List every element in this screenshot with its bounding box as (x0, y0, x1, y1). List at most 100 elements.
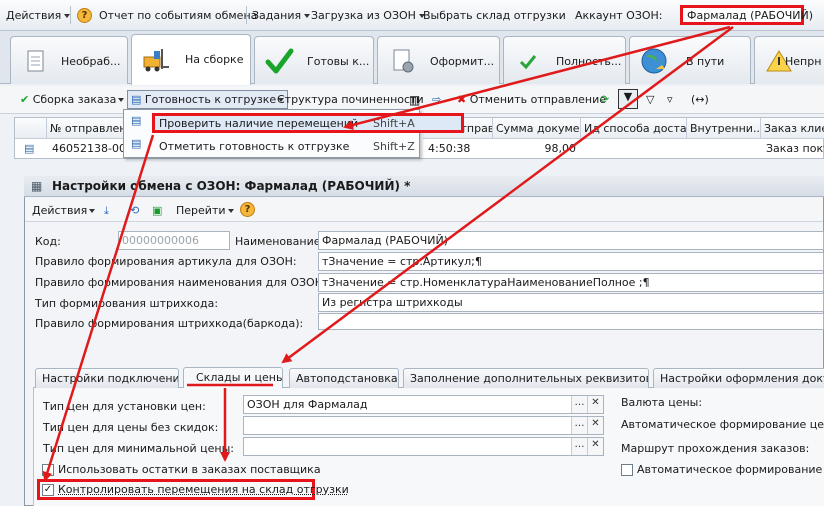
go-icon[interactable]: ▣ (152, 204, 162, 217)
menu-item-shortcut: Shift+Z (373, 140, 415, 153)
settings-tabs: Настройки подключения Склады и цены Авто… (33, 367, 824, 388)
small-check-icon (519, 55, 537, 70)
assembly-button[interactable]: ✔ Сборка заказа (20, 93, 125, 106)
menu-item-mark-ready[interactable]: Отметить готовность к отгрузке (159, 140, 349, 153)
refresh-icon[interactable]: ⟳ (600, 93, 609, 106)
menu-tasks[interactable]: Задания (252, 9, 311, 22)
grid-cell[interactable]: 4:50:38 (425, 140, 491, 158)
barcode-rule-field[interactable] (318, 313, 824, 330)
export-icon[interactable]: ⇨ (432, 93, 441, 106)
tab-connection[interactable]: Настройки подключения (35, 368, 179, 388)
currency-label: Валюта цены: (621, 396, 703, 409)
select-button[interactable]: … (571, 438, 587, 455)
separator (70, 6, 71, 24)
reload-icon[interactable]: ⟲ (130, 204, 139, 217)
barcode-type-field[interactable]: Из регистра штрихкоды (318, 293, 824, 312)
name-rule-label: Правило формирования наименования для ОЗ… (35, 276, 327, 289)
select-button[interactable]: … (571, 396, 587, 413)
select-button[interactable]: … (571, 417, 587, 434)
price-type-field[interactable]: ОЗОН для Фармалад (243, 395, 604, 414)
chevron-down-icon (118, 98, 125, 102)
menu-choose-warehouse[interactable]: Выбрать склад отгрузки (423, 9, 566, 22)
check-icon (265, 48, 294, 74)
pallet-icon: ▤ (131, 114, 142, 127)
tab-in-transit[interactable]: В пути (629, 36, 751, 84)
menu-load-ozon[interactable]: Загрузка из ОЗОН (311, 9, 425, 22)
more-icon[interactable]: (↔) (691, 93, 709, 106)
chevron-down-icon (227, 209, 234, 213)
forklift-icon (143, 49, 169, 72)
status-tabs: Необраб... На сборке Готовы к... Оформит… (0, 31, 824, 85)
use-remains-label: Использовать остатки в заказах поставщик… (58, 463, 321, 476)
grid-header-icon (15, 118, 47, 139)
window-actions-button[interactable]: Действия (32, 204, 96, 217)
clear-icon[interactable]: ✕ (587, 438, 603, 455)
chevron-down-icon (304, 14, 311, 18)
name-field[interactable]: Фармалад (РАБОЧИЙ) (318, 231, 824, 250)
grid-header[interactable]: Заказ клиен (761, 118, 824, 139)
tab-warehouses-prices[interactable]: Склады и цены (183, 367, 283, 388)
barcode-icon[interactable]: ▥ (409, 93, 420, 107)
use-remains-checkbox[interactable] (42, 464, 54, 476)
control-moves-label: Контролировать перемещения на склад отгр… (58, 483, 349, 496)
menu-item-check-moves[interactable]: Проверить наличие перемещений (159, 117, 358, 130)
grid-cell[interactable]: 98,00 (495, 140, 579, 158)
tab-full[interactable]: Полность... (503, 36, 626, 84)
tab-ready[interactable]: Готовы к... (254, 36, 374, 84)
barcode-rule-label: Правило формирования штрихкода(баркода): (35, 317, 304, 330)
pallet-icon: ▤ (131, 137, 142, 150)
help-icon[interactable]: ? (77, 8, 92, 23)
chevron-down-icon (89, 209, 96, 213)
document-gear-icon (393, 49, 414, 73)
name-rule-field[interactable]: тЗначение = стр.НоменклатураНаименование… (318, 273, 824, 292)
grid-icon: ▦ (31, 179, 43, 193)
grid-cell[interactable]: Заказ покуп (763, 140, 824, 158)
article-rule-label: Правило формирования артикула для ОЗОН: (35, 255, 297, 268)
grid-header[interactable]: № отправлени... (47, 118, 135, 139)
filter-off-icon[interactable]: ▽ (646, 93, 654, 106)
goto-button[interactable]: Перейти (176, 204, 234, 217)
code-field[interactable]: 00000000006 (118, 231, 230, 250)
filter-list-icon[interactable]: ▿ (667, 93, 673, 106)
menu-report[interactable]: Отчет по событиям обмена (99, 9, 257, 22)
min-price-label: Тип цен для минимальной цены: (43, 442, 234, 455)
structure-button[interactable]: Структура починенности (277, 93, 424, 106)
cancel-shipment-button[interactable]: ✖ Отменить отправление (457, 93, 606, 106)
menu-item-shortcut: Shift+A (373, 117, 415, 130)
grid-header[interactable]: Внутренни... (687, 118, 761, 139)
article-rule-field[interactable]: тЗначение = стр.Артикул;¶ (318, 252, 824, 271)
window-title: ▦ Настройки обмена с ОЗОН: Фармалад (РАБ… (24, 176, 824, 197)
barcode-type-label: Тип формирования штрихкода: (35, 297, 219, 310)
tab-not-received[interactable]: Непрн (754, 36, 824, 84)
control-moves-checkbox[interactable]: ✓ (42, 484, 54, 496)
document-icon (27, 50, 44, 72)
ready-dropdown-button[interactable]: ▤ Готовность к отгрузке (127, 90, 289, 109)
tab-autosubstitution[interactable]: Автоподстановка (289, 368, 399, 388)
clear-icon[interactable]: ✕ (587, 417, 603, 434)
check-icon: ✔ (20, 93, 30, 106)
separator (246, 6, 247, 24)
help-icon[interactable]: ? (240, 202, 255, 217)
window-toolbar: Действия ⤓ ⟲ ▣ Перейти ? (25, 198, 823, 222)
no-discount-label: Тип цен для цены без скидок: (43, 421, 219, 434)
grid-header[interactable]: Сумма докуме... (493, 118, 581, 139)
filter-icon[interactable]: ▼ (618, 89, 638, 109)
no-discount-field[interactable] (243, 416, 604, 435)
globe-icon (641, 48, 667, 74)
grid-header[interactable]: Ид способа доста... (581, 118, 687, 139)
menu-actions[interactable]: Действия (6, 9, 71, 22)
auto-form-order-checkbox[interactable] (621, 464, 633, 476)
account-field[interactable]: Фармалад (РАБОЧИЙ) (680, 5, 813, 25)
min-price-field[interactable] (243, 437, 604, 456)
tab-additional-props[interactable]: Заполнение дополнительных реквизитов ... (403, 368, 649, 388)
tab-processing[interactable]: Оформит... (377, 36, 500, 84)
pallet-icon: ▤ (131, 93, 142, 106)
clear-icon[interactable]: ✕ (587, 396, 603, 413)
tab-document-settings[interactable]: Настройки оформления докуме (653, 368, 824, 388)
tab-unprocessed[interactable]: Необраб... (10, 36, 128, 84)
auto-form-order-label: Автоматическое формирование заказа (637, 463, 824, 476)
auto-form-label: Автоматическое формирование цен: (621, 418, 824, 431)
save-icon[interactable]: ⤓ (104, 204, 109, 218)
tab-assembly[interactable]: На сборке (131, 34, 251, 85)
code-label: Код: (35, 235, 61, 248)
